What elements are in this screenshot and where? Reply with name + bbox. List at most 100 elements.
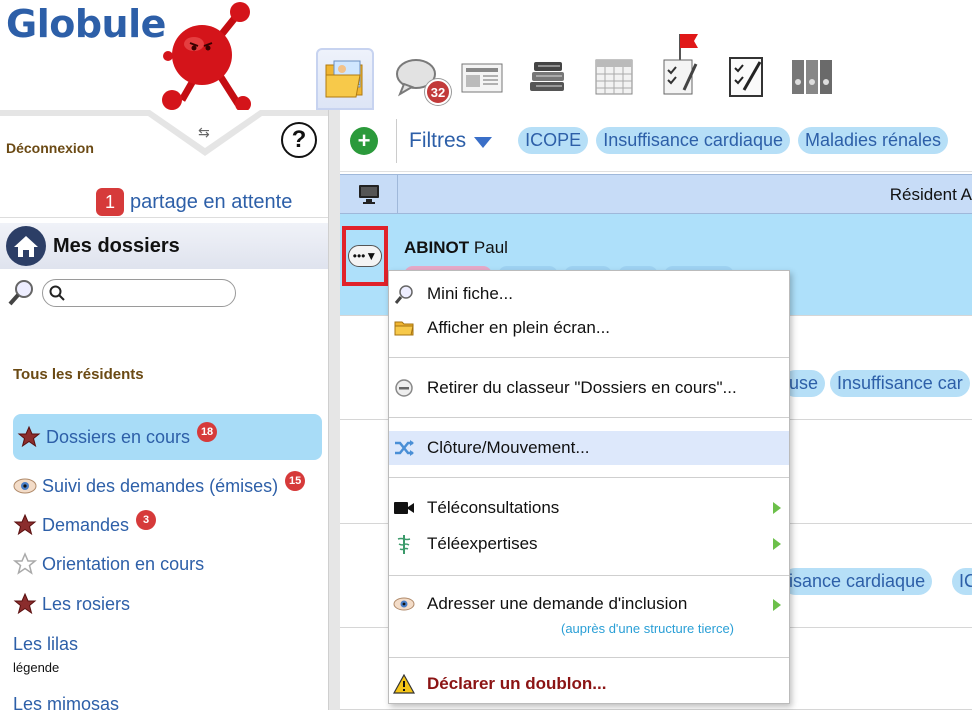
menu-separator bbox=[389, 417, 789, 418]
menu-item-teleconsultations[interactable]: Téléconsultations bbox=[389, 491, 789, 525]
pending-count-badge: 1 bbox=[96, 188, 124, 216]
resident-column-header[interactable]: Résident A bbox=[890, 185, 972, 205]
caduceus-icon bbox=[393, 533, 415, 555]
eye-icon bbox=[13, 478, 37, 494]
video-camera-icon bbox=[393, 497, 415, 519]
menu-item-mini-fiche[interactable]: Mini fiche... bbox=[389, 277, 789, 311]
messages-badge: 32 bbox=[425, 79, 451, 105]
search-row bbox=[6, 278, 236, 308]
star-outline-icon bbox=[13, 552, 37, 575]
submenu-arrow-icon bbox=[773, 538, 781, 550]
clipboard-flag-icon bbox=[663, 34, 698, 95]
context-menu: Mini fiche... Afficher en plein écran...… bbox=[388, 270, 790, 704]
filter-chip[interactable]: ICOPE bbox=[518, 127, 589, 154]
monitor-column-header[interactable] bbox=[340, 175, 398, 213]
monitor-icon bbox=[358, 185, 379, 204]
calendar-icon bbox=[595, 59, 633, 95]
dossiers-tool[interactable] bbox=[316, 48, 374, 110]
folder-photo-icon bbox=[325, 60, 363, 98]
menu-item-demande-inclusion[interactable]: Adresser une demande d'inclusion bbox=[389, 587, 789, 621]
left-panel: Déconnexion ⇆ ? 1 partage en attente Mes… bbox=[0, 110, 328, 710]
menu-item-label: Afficher en plein écran... bbox=[427, 318, 611, 337]
sidebar-item-label: Orientation en cours bbox=[42, 553, 205, 574]
checklist-icon bbox=[729, 57, 763, 97]
section-title: Mes dossiers bbox=[53, 234, 180, 257]
magnifier-icon bbox=[393, 283, 415, 305]
pending-label: partage en attente bbox=[130, 190, 293, 213]
main-toolbar: 32 bbox=[316, 34, 876, 110]
sidebar-item-lilas[interactable]: Les lilas bbox=[13, 628, 78, 660]
search-icon bbox=[49, 285, 65, 301]
minus-circle-icon bbox=[393, 377, 415, 399]
sidebar-item-label: Les lilas bbox=[13, 633, 79, 654]
patient-name: ABINOT Paul bbox=[404, 238, 508, 258]
panel-resize-handle[interactable]: ⇆ bbox=[198, 124, 220, 154]
submenu-arrow-icon bbox=[773, 502, 781, 514]
sidebar-item-mimosas[interactable]: Les mimosas bbox=[13, 688, 119, 710]
patient-last-name: ABINOT bbox=[404, 238, 470, 257]
row-actions-button[interactable]: •••▼ bbox=[342, 226, 388, 286]
newspaper-icon bbox=[461, 63, 503, 93]
sidebar-item-label: Les rosiers bbox=[42, 593, 131, 614]
count-badge: 18 bbox=[197, 422, 218, 442]
menu-item-label: Déclarer un doublon... bbox=[427, 674, 607, 693]
journal-tool[interactable] bbox=[458, 52, 506, 100]
warning-icon bbox=[393, 673, 415, 695]
left-header: Déconnexion ⇆ ? 1 partage en attente bbox=[0, 110, 328, 218]
menu-item-retirer[interactable]: Retirer du classeur "Dossiers en cours".… bbox=[389, 371, 789, 405]
pending-share-link[interactable]: 1 partage en attente bbox=[96, 188, 292, 216]
left-scrollbar[interactable] bbox=[328, 110, 340, 710]
library-tool[interactable] bbox=[524, 52, 572, 100]
star-icon bbox=[13, 592, 37, 615]
inclusion-subtitle: (auprès d'une structure tierce) bbox=[561, 621, 735, 636]
sidebar-item-orientation[interactable]: Orientation en cours bbox=[13, 548, 204, 580]
sidebar-item-label: Dossiers en cours bbox=[46, 426, 191, 447]
sidebar-item-label: Les mimosas bbox=[13, 693, 120, 710]
patient-first-name: Paul bbox=[473, 238, 508, 257]
magnifier-icon[interactable] bbox=[6, 278, 36, 308]
logout-link[interactable]: Déconnexion bbox=[6, 140, 94, 156]
sidebar-item-dossiers-en-cours[interactable]: Dossiers en cours 18 bbox=[13, 414, 322, 460]
checklist-tool[interactable] bbox=[722, 52, 770, 100]
all-residents-link[interactable]: Tous les résidents bbox=[13, 366, 144, 383]
menu-item-label: Téléconsultations bbox=[427, 498, 560, 517]
calendar-tool[interactable] bbox=[590, 52, 638, 100]
menu-item-label: Téléexpertises bbox=[427, 534, 538, 553]
filter-chip[interactable]: Maladies rénales bbox=[797, 127, 949, 154]
menu-item-doublon[interactable]: Déclarer un doublon... bbox=[389, 667, 789, 701]
sidebar-item-label: Suivi des demandes (émises) bbox=[42, 475, 279, 496]
menu-item-teleexpertises[interactable]: Téléexpertises bbox=[389, 527, 789, 561]
app-logo: Globule bbox=[6, 2, 166, 46]
sidebar-item-rosiers[interactable]: Les rosiers bbox=[13, 588, 130, 620]
mascot-logo-icon bbox=[162, 2, 251, 112]
tag-chip: isance cardiaque bbox=[782, 568, 933, 595]
filters-dropdown[interactable]: Filtres bbox=[409, 128, 493, 153]
tag-chip: IC bbox=[952, 568, 972, 595]
menu-item-label: Mini fiche... bbox=[427, 284, 513, 303]
filters-label: Filtres bbox=[409, 128, 467, 152]
folder-icon bbox=[393, 317, 415, 339]
help-button[interactable]: ? bbox=[281, 122, 317, 158]
add-button[interactable]: + bbox=[350, 126, 378, 155]
sidebar-item-suivi-demandes[interactable]: Suivi des demandes (émises) 15 bbox=[13, 470, 306, 502]
sidebar-item-demandes[interactable]: Demandes 3 bbox=[13, 509, 157, 541]
home-icon[interactable] bbox=[5, 225, 47, 267]
count-badge: 15 bbox=[285, 471, 306, 491]
submenu-arrow-icon bbox=[773, 599, 781, 611]
my-dossiers-header: Mes dossiers bbox=[0, 223, 328, 269]
sidebar-item-label: Demandes bbox=[42, 514, 130, 535]
menu-item-cloture[interactable]: Clôture/Mouvement... bbox=[389, 431, 789, 465]
shuffle-icon bbox=[393, 437, 415, 459]
archives-tool[interactable] bbox=[788, 52, 836, 100]
search-input[interactable] bbox=[69, 285, 229, 301]
filter-chip[interactable]: Insuffisance cardiaque bbox=[596, 127, 790, 154]
star-icon bbox=[17, 425, 41, 448]
filter-bar: + Filtres ICOPE Insuffisance cardiaque M… bbox=[340, 110, 972, 172]
menu-separator bbox=[389, 657, 789, 658]
search-field[interactable] bbox=[42, 279, 236, 307]
menu-separator bbox=[389, 477, 789, 478]
menu-item-fullscreen[interactable]: Afficher en plein écran... bbox=[389, 311, 789, 345]
menu-item-label: Retirer du classeur "Dossiers en cours".… bbox=[427, 378, 737, 397]
binders-icon bbox=[792, 60, 832, 94]
tasks-tool[interactable] bbox=[656, 30, 704, 100]
